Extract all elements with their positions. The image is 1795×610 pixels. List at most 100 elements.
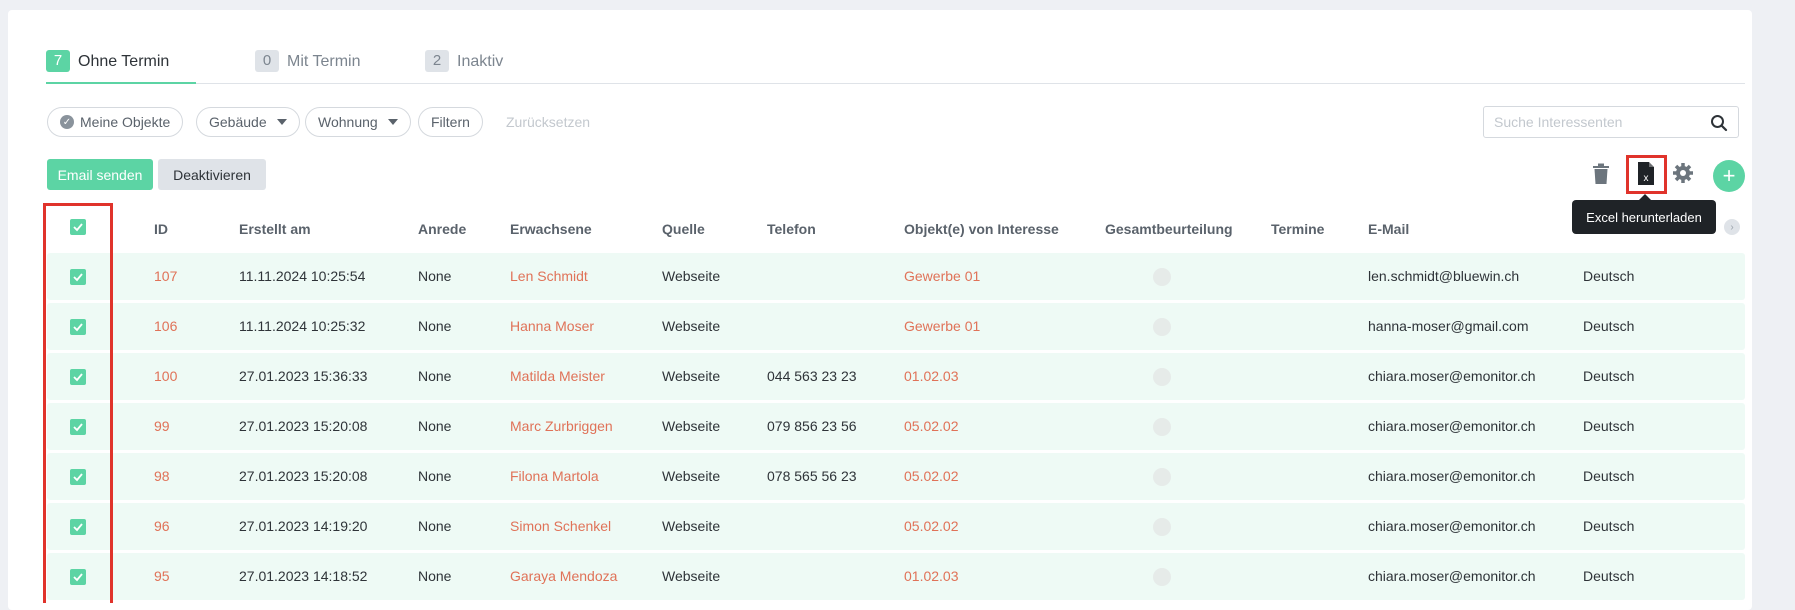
table-row[interactable]: 99 27.01.2023 15:20:08 None Marc Zurbriggen… bbox=[47, 403, 1745, 450]
rating-indicator bbox=[1153, 468, 1171, 486]
my-objects-filter[interactable]: ✓ Meine Objekte bbox=[47, 107, 184, 137]
row-adults[interactable]: Marc Zurbriggen bbox=[510, 418, 613, 434]
row-id[interactable]: 100 bbox=[154, 368, 177, 384]
row-objects[interactable]: 05.02.02 bbox=[904, 418, 959, 434]
row-source: Webseite bbox=[662, 418, 721, 434]
building-label: Gebäude bbox=[209, 114, 267, 130]
building-dropdown[interactable]: Gebäude bbox=[196, 107, 300, 137]
table-row[interactable]: 100 27.01.2023 15:36:33 None Matilda Meiste… bbox=[47, 353, 1745, 400]
column-header-salutation[interactable]: Anrede bbox=[418, 221, 466, 237]
row-email: len.schmidt@bluewin.ch bbox=[1368, 268, 1520, 284]
row-id[interactable]: 106 bbox=[154, 318, 177, 334]
gear-icon[interactable] bbox=[1672, 162, 1694, 189]
rating-indicator bbox=[1153, 318, 1171, 336]
my-objects-label: Meine Objekte bbox=[80, 114, 171, 130]
row-created: 27.01.2023 15:36:33 bbox=[239, 368, 368, 384]
row-objects[interactable]: 05.02.02 bbox=[904, 518, 959, 534]
row-created: 27.01.2023 15:20:08 bbox=[239, 468, 368, 484]
row-id[interactable]: 107 bbox=[154, 268, 177, 284]
checkbox-column-highlight bbox=[43, 203, 113, 603]
row-language: Deutsch bbox=[1583, 368, 1635, 384]
row-salutation: None bbox=[418, 318, 452, 334]
search-input[interactable] bbox=[1484, 113, 1706, 131]
tab-count-badge: 7 bbox=[46, 50, 70, 72]
row-source: Webseite bbox=[662, 318, 721, 334]
row-id[interactable]: 96 bbox=[154, 518, 170, 534]
row-objects[interactable]: Gewerbe 01 bbox=[904, 318, 980, 334]
row-language: Deutsch bbox=[1583, 268, 1635, 284]
search-icon[interactable] bbox=[1710, 114, 1728, 137]
row-adults[interactable]: Simon Schenkel bbox=[510, 518, 611, 534]
scroll-right-icon[interactable]: › bbox=[1724, 219, 1740, 235]
row-phone: 079 856 23 56 bbox=[767, 418, 857, 434]
row-created: 27.01.2023 14:18:52 bbox=[239, 568, 368, 584]
add-button[interactable]: + bbox=[1713, 160, 1745, 192]
table-row[interactable]: 107 11.11.2024 10:25:54 None Len Schmidt Web… bbox=[47, 253, 1745, 300]
tab-mit-termin[interactable]: 0 Mit Termin bbox=[255, 50, 361, 82]
filter-button[interactable]: Filtern bbox=[418, 107, 483, 137]
row-salutation: None bbox=[418, 468, 452, 484]
table-row[interactable]: 96 27.01.2023 14:19:20 None Simon Schenkel W… bbox=[47, 503, 1745, 550]
row-language: Deutsch bbox=[1583, 568, 1635, 584]
row-source: Webseite bbox=[662, 568, 721, 584]
row-email: hanna-moser@gmail.com bbox=[1368, 318, 1529, 334]
table-row[interactable]: 95 27.01.2023 14:18:52 None Garaya Mendoza W… bbox=[47, 553, 1745, 600]
row-id[interactable]: 99 bbox=[154, 418, 170, 434]
row-source: Webseite bbox=[662, 268, 721, 284]
row-language: Deutsch bbox=[1583, 468, 1635, 484]
table-row[interactable]: 106 11.11.2024 10:25:32 None Hanna Moser Web… bbox=[47, 303, 1745, 350]
column-header-appointments[interactable]: Termine bbox=[1271, 221, 1324, 237]
tab-count-badge: 0 bbox=[255, 50, 279, 72]
row-email: chiara.moser@emonitor.ch bbox=[1368, 418, 1536, 434]
column-header-created[interactable]: Erstellt am bbox=[239, 221, 311, 237]
row-language: Deutsch bbox=[1583, 318, 1635, 334]
column-header-rating[interactable]: Gesamtbeurteilung bbox=[1105, 221, 1233, 237]
filter-label: Filtern bbox=[431, 114, 470, 130]
tab-label: Mit Termin bbox=[287, 53, 361, 70]
row-id[interactable]: 98 bbox=[154, 468, 170, 484]
row-objects[interactable]: 05.02.02 bbox=[904, 468, 959, 484]
send-email-button[interactable]: Email senden bbox=[47, 159, 153, 190]
row-objects[interactable]: 01.02.03 bbox=[904, 368, 959, 384]
row-adults[interactable]: Filona Martola bbox=[510, 468, 599, 484]
row-adults[interactable]: Hanna Moser bbox=[510, 318, 594, 334]
row-salutation: None bbox=[418, 268, 452, 284]
table-row[interactable]: 98 27.01.2023 15:20:08 None Filona Martola W… bbox=[47, 453, 1745, 500]
column-header-phone[interactable]: Telefon bbox=[767, 221, 816, 237]
column-header-id[interactable]: ID bbox=[154, 221, 168, 237]
row-created: 11.11.2024 10:25:54 bbox=[239, 268, 366, 284]
row-source: Webseite bbox=[662, 468, 721, 484]
column-header-source[interactable]: Quelle bbox=[662, 221, 705, 237]
column-header-objects[interactable]: Objekt(e) von Interesse bbox=[904, 221, 1059, 237]
row-phone: 044 563 23 23 bbox=[767, 368, 857, 384]
apartment-dropdown[interactable]: Wohnung bbox=[305, 107, 411, 137]
rating-indicator bbox=[1153, 518, 1171, 536]
row-created: 27.01.2023 15:20:08 bbox=[239, 418, 368, 434]
row-email: chiara.moser@emonitor.ch bbox=[1368, 368, 1536, 384]
row-email: chiara.moser@emonitor.ch bbox=[1368, 568, 1536, 584]
column-header-adults[interactable]: Erwachsene bbox=[510, 221, 592, 237]
deactivate-button[interactable]: Deaktivieren bbox=[158, 159, 266, 190]
row-salutation: None bbox=[418, 568, 452, 584]
row-adults[interactable]: Matilda Meister bbox=[510, 368, 605, 384]
reset-link[interactable]: Zurücksetzen bbox=[506, 114, 590, 130]
row-objects[interactable]: Gewerbe 01 bbox=[904, 268, 980, 284]
rating-indicator bbox=[1153, 568, 1171, 586]
row-created: 27.01.2023 14:19:20 bbox=[239, 518, 368, 534]
tab-inaktiv[interactable]: 2 Inaktiv bbox=[425, 50, 503, 82]
caret-down-icon bbox=[276, 119, 287, 125]
row-adults[interactable]: Garaya Mendoza bbox=[510, 568, 617, 584]
row-id[interactable]: 95 bbox=[154, 568, 170, 584]
row-created: 11.11.2024 10:25:32 bbox=[239, 318, 366, 334]
tab-bar: 7 Ohne Termin 0 Mit Termin 2 Inaktiv bbox=[46, 50, 1745, 84]
row-objects[interactable]: 01.02.03 bbox=[904, 568, 959, 584]
tab-ohne-termin[interactable]: 7 Ohne Termin bbox=[46, 50, 196, 84]
row-email: chiara.moser@emonitor.ch bbox=[1368, 518, 1536, 534]
rating-indicator bbox=[1153, 268, 1171, 286]
trash-icon[interactable] bbox=[1592, 163, 1610, 190]
column-header-email[interactable]: E-Mail bbox=[1368, 221, 1409, 237]
excel-highlight-box bbox=[1626, 155, 1667, 194]
row-salutation: None bbox=[418, 368, 452, 384]
rating-indicator bbox=[1153, 368, 1171, 386]
row-adults[interactable]: Len Schmidt bbox=[510, 268, 588, 284]
